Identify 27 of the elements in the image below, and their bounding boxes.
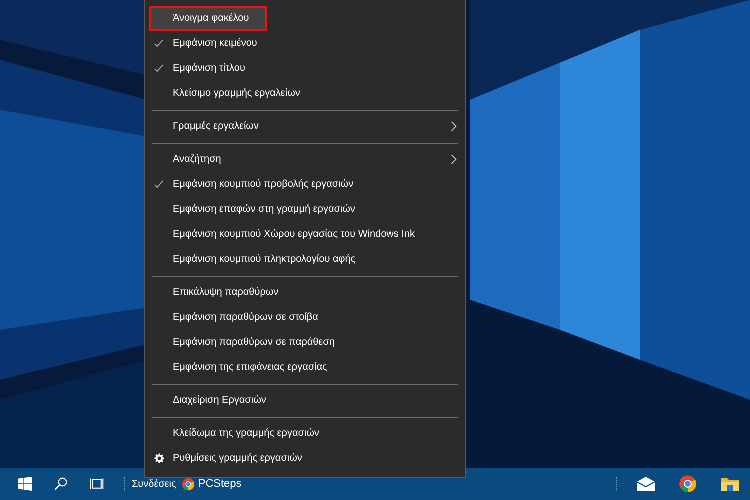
menu-item[interactable]: Εμφάνιση επαφών στη γραμμή εργασιών: [145, 197, 465, 222]
task-view-icon[interactable]: [90, 477, 104, 491]
chrome-icon: [182, 478, 196, 490]
menu-item[interactable]: Αναζήτηση: [145, 147, 465, 172]
mail-icon[interactable]: [636, 475, 656, 493]
menu-item[interactable]: Επικάλυψη παραθύρων: [145, 280, 465, 305]
chrome-icon[interactable]: [678, 475, 698, 493]
menu-item[interactable]: Κλείδωμα της γραμμής εργασιών: [145, 421, 465, 446]
menu-item[interactable]: Διαχείριση Εργασιών: [145, 388, 465, 413]
menu-item[interactable]: Γραμμές εργαλείων: [145, 114, 465, 139]
menu-item[interactable]: Εμφάνιση κουμπιού πληκτρολογίου αφής: [145, 247, 465, 272]
menu-item[interactable]: Εμφάνιση κειμένου: [145, 31, 465, 56]
menu-item[interactable]: Κλείσιμο γραμμής εργαλείων: [145, 81, 465, 106]
menu-item[interactable]: Άνοιγμα φακέλου: [149, 6, 267, 31]
menu-item[interactable]: Εμφάνιση κουμπιού Χώρου εργασίας του Windows Ink: [145, 222, 465, 247]
toolbar-link[interactable]: PCSteps: [182, 478, 242, 490]
menu-item[interactable]: Εμφάνιση παραθύρων σε παράθεση: [145, 330, 465, 355]
menu-item[interactable]: Εμφάνιση κουμπιού προβολής εργασιών: [145, 172, 465, 197]
toolbar-label: Συνδέσεις: [132, 478, 176, 490]
menu-item[interactable]: Εμφάνιση της επιφάνειας εργασίας: [145, 355, 465, 380]
menu-item[interactable]: Εμφάνιση τίτλου: [145, 56, 465, 81]
search-icon[interactable]: [54, 477, 68, 491]
folder-icon[interactable]: [720, 475, 740, 493]
settings-icon: [154, 453, 164, 464]
windows-logo-icon[interactable]: [18, 477, 32, 491]
menu-item[interactable]: Εμφάνιση παραθύρων σε στοίβα: [145, 305, 465, 330]
menu-item[interactable]: Ρυθμίσεις γραμμής εργασιών: [145, 446, 465, 471]
